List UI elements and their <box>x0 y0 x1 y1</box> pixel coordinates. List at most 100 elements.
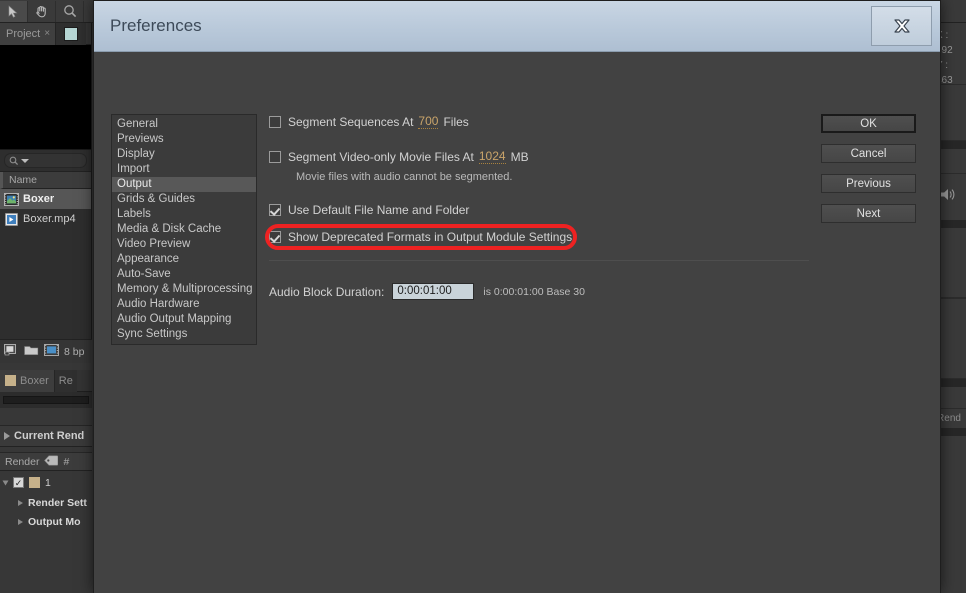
label-tag-icon <box>44 455 59 469</box>
cancel-button[interactable]: Cancel <box>821 144 916 163</box>
dialog-body: General Previews Display Import Output G… <box>94 52 940 593</box>
show-deprecated-formats-row[interactable]: Show Deprecated Formats in Output Module… <box>269 230 809 244</box>
close-icon <box>893 19 910 33</box>
footage-icon <box>4 212 19 226</box>
project-search-row <box>0 150 91 172</box>
use-default-file-name-row[interactable]: Use Default File Name and Folder <box>269 203 809 217</box>
audio-block-duration-input[interactable]: 0:00:01:00 <box>392 283 475 300</box>
search-icon <box>9 156 19 165</box>
segment-sequences-value[interactable]: 700 <box>418 114 439 129</box>
next-button[interactable]: Next <box>821 204 916 223</box>
disclosure-triangle-icon[interactable] <box>18 518 23 525</box>
close-icon[interactable]: × <box>44 28 50 39</box>
sidebar-item-label: Appearance <box>117 253 180 265</box>
sidebar-item-memory-and-multiprocessing[interactable]: Memory & Multiprocessing <box>112 282 256 297</box>
render-queue-column-header: Render # <box>0 452 92 471</box>
segment-video-checkbox[interactable] <box>269 150 281 163</box>
segment-video-value[interactable]: 1024 <box>478 149 506 164</box>
speaker-icon <box>940 187 958 207</box>
sidebar-item-sync-settings[interactable]: Sync Settings <box>112 327 256 342</box>
render-queue-subrow[interactable]: Render Sett <box>0 493 92 512</box>
sidebar-item-appearance[interactable]: Appearance <box>112 252 256 267</box>
show-deprecated-formats-label: Show Deprecated Formats in Output Module… <box>288 230 573 244</box>
render-checkbox[interactable]: ✓ <box>13 477 24 488</box>
sidebar-item-label: Audio Hardware <box>117 298 200 310</box>
screen: Project × Name Boxer Boxer.mp4 8 bp Boxe… <box>0 0 966 593</box>
ok-button[interactable]: OK <box>821 114 916 133</box>
segment-video-label: Segment Video-only Movie Files At <box>288 149 474 164</box>
project-panel: Project × Name Boxer Boxer.mp4 8 bp <box>0 22 92 363</box>
tab-boxer[interactable]: Boxer <box>0 369 55 392</box>
audio-block-duration-note: is 0:00:01:00 Base 30 <box>483 285 585 298</box>
sidebar-item-media-and-disk-cache[interactable]: Media & Disk Cache <box>112 222 256 237</box>
render-queue-subrow[interactable]: Output Mo <box>0 512 92 531</box>
tab-project[interactable]: Project × <box>0 22 57 45</box>
render-settings-label: Render Sett <box>28 496 87 509</box>
sidebar-item-video-preview[interactable]: Video Preview <box>112 237 256 252</box>
close-button[interactable] <box>871 6 932 46</box>
sidebar-item-label: Video Preview <box>117 238 191 250</box>
thumbnail-swatch <box>64 26 79 41</box>
tab-render-queue-label: Re <box>58 374 73 387</box>
hand-tool-icon[interactable] <box>28 0 56 22</box>
composition-icon <box>4 192 19 206</box>
section-divider <box>269 260 809 261</box>
sidebar-item-label: Sync Settings <box>117 328 188 340</box>
column-header-name: Name <box>9 174 38 186</box>
search-input[interactable] <box>4 153 87 168</box>
audio-block-duration-row: Audio Block Duration: 0:00:01:00 is 0:00… <box>269 283 809 300</box>
sidebar-item-label: Output <box>117 178 152 190</box>
use-default-file-name-checkbox[interactable] <box>269 204 281 216</box>
show-deprecated-formats-checkbox[interactable] <box>269 231 281 243</box>
label-color-swatch[interactable] <box>29 477 40 488</box>
sidebar-item-auto-save[interactable]: Auto-Save <box>112 267 256 282</box>
sidebar-item-previews[interactable]: Previews <box>112 132 256 147</box>
sidebar-item-import[interactable]: Import <box>112 162 256 177</box>
sidebar-item-display[interactable]: Display <box>112 147 256 162</box>
disclosure-triangle-icon[interactable] <box>4 432 10 440</box>
page-title: Preferences <box>110 16 202 35</box>
bit-depth-label[interactable]: 8 bp <box>64 346 84 358</box>
previous-button[interactable]: Previous <box>821 174 916 193</box>
project-column-header[interactable]: Name <box>0 172 91 189</box>
new-composition-icon[interactable] <box>4 344 19 359</box>
sidebar-item-label: Labels <box>117 208 151 220</box>
selection-tool-icon[interactable] <box>0 0 28 22</box>
sidebar-item-label: Previews <box>117 133 164 145</box>
new-folder-icon[interactable] <box>24 344 39 359</box>
segment-sequences-label: Segment Sequences At <box>288 114 414 129</box>
output-module-label: Output Mo <box>28 515 81 528</box>
tab-boxer-label: Boxer <box>20 374 49 387</box>
sidebar-item-output[interactable]: Output <box>112 177 256 192</box>
segment-sequences-row[interactable]: Segment Sequences At 700 Files <box>269 114 809 129</box>
sidebar-item-audio-hardware[interactable]: Audio Hardware <box>112 297 256 312</box>
render-queue-header[interactable]: Current Rend <box>0 425 92 447</box>
sidebar-item-label: Audio Output Mapping <box>117 313 232 325</box>
tab-render-queue[interactable]: Re <box>54 369 77 392</box>
sidebar-item-grids-and-guides[interactable]: Grids & Guides <box>112 192 256 207</box>
disclosure-triangle-icon[interactable] <box>18 499 23 506</box>
footage-settings-icon[interactable] <box>44 344 59 359</box>
sidebar-item-audio-output-mapping[interactable]: Audio Output Mapping <box>112 312 256 327</box>
project-preview-area <box>0 45 91 150</box>
zoom-tool-icon[interactable] <box>56 0 84 22</box>
disclosure-triangle-icon[interactable] <box>2 480 9 485</box>
row-number: 1 <box>45 476 51 489</box>
sidebar-item-general[interactable]: General <box>112 117 256 132</box>
output-settings-content: Segment Sequences At 700 Files Segment V… <box>269 114 809 300</box>
dialog-title-bar: Preferences <box>94 1 940 52</box>
list-item-label: Boxer <box>23 193 55 205</box>
sidebar-item-labels[interactable]: Labels <box>112 207 256 222</box>
sidebar-item-label: General <box>117 118 158 130</box>
segment-sequences-checkbox[interactable] <box>269 115 281 128</box>
list-item[interactable]: Boxer <box>0 189 91 209</box>
current-render-label: Current Rend <box>14 430 85 442</box>
preferences-category-list: General Previews Display Import Output G… <box>111 114 257 345</box>
list-item[interactable]: Boxer.mp4 <box>0 209 91 229</box>
segment-video-row[interactable]: Segment Video-only Movie Files At 1024 M… <box>269 149 809 164</box>
preferences-dialog: Preferences General Previews Display Imp… <box>93 0 941 593</box>
column-header-render[interactable]: Render <box>5 456 39 468</box>
segment-video-unit: MB <box>510 149 529 164</box>
column-header-number[interactable]: # <box>63 456 69 468</box>
render-queue-row[interactable]: ✓ 1 <box>0 473 92 492</box>
